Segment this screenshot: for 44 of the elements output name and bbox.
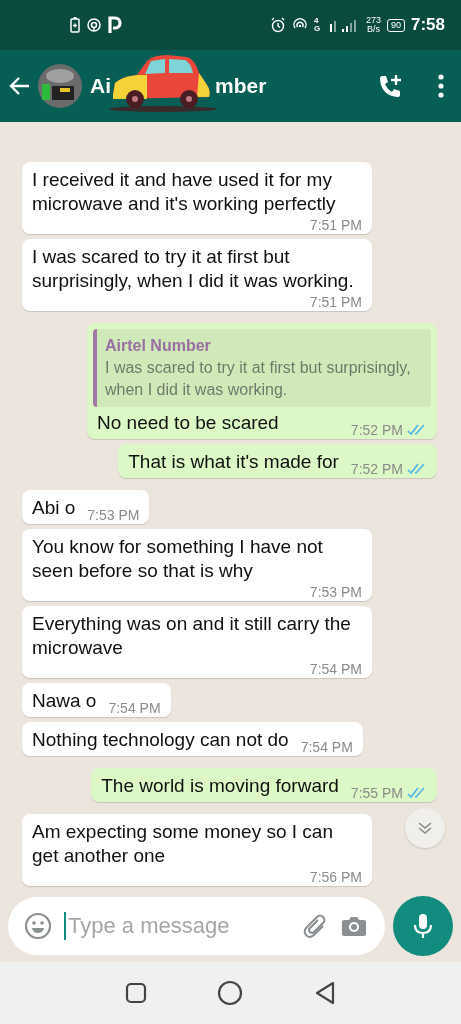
quoted-message[interactable]: Airtel Number I was scared to try it at first but surprisingly, when I did it was working.: [93, 329, 431, 407]
quote-text: I was scared to try it at first but surprisingly, when I did it was working.: [105, 358, 412, 400]
message-bubble[interactable]: Everything was on and it still carry the microwave 7:54 PM: [22, 606, 372, 678]
message-time: 7:54 PM: [309, 662, 362, 676]
contact-name[interactable]: mber: [215, 74, 267, 98]
message-text: Abi o: [32, 496, 76, 520]
message-text: Am expecting some money so I can get another one: [32, 820, 334, 868]
network-type: 4G: [313, 17, 322, 33]
message-time: 7:56 PM: [309, 870, 362, 884]
quote-author: Airtel Number: [105, 336, 212, 356]
battery-level: 90: [386, 18, 405, 32]
message-bubble[interactable]: The world is moving forward 7:55 PM: [91, 768, 437, 802]
message-text: The world is moving forward: [101, 774, 339, 798]
message-text: I received it and have used it for my microwave and it's working perfectly: [32, 168, 337, 216]
message-bubble[interactable]: I received it and have used it for my microwave and it's working perfectly 7:51 PM: [22, 162, 372, 234]
contact-name[interactable]: Ai: [90, 74, 111, 98]
message-bubble[interactable]: You know for something I have not seen before so that is why 7:53 PM: [22, 529, 372, 601]
message-bubble[interactable]: I was scared to try it at first but surprisingly, when I did it was working. 7:51 PM: [22, 239, 372, 311]
net-speed: 273: [365, 16, 381, 25]
message-text: You know for something I have not seen before so that is why: [32, 535, 324, 583]
message-text: Nothing technology can not do: [32, 728, 289, 752]
net-speed-unit: B/s: [366, 25, 380, 34]
message-time: 7:54 PM: [300, 740, 353, 754]
message-text: That is what it's made for: [128, 450, 339, 474]
message-bubble[interactable]: Abi o 7:53 PM: [22, 490, 150, 524]
message-time: 7:53 PM: [87, 508, 140, 522]
message-time: 7:52 PM: [350, 423, 403, 437]
message-text: Everything was on and it still carry the microwave: [32, 612, 352, 660]
message-time: 7:55 PM: [350, 786, 403, 800]
message-time: 7:51 PM: [309, 218, 362, 232]
message-time: 7:51 PM: [309, 295, 362, 309]
message-bubble[interactable]: Nawa o 7:54 PM: [22, 683, 171, 717]
status-time: 7:58: [410, 15, 445, 35]
message-text: Nawa o: [32, 689, 97, 713]
message-bubble[interactable]: Nothing technology can not do 7:54 PM: [22, 722, 363, 756]
message-bubble[interactable]: Am expecting some money so I can get another one 7:56 PM: [22, 814, 372, 886]
message-time: 7:54 PM: [108, 701, 161, 715]
message-bubble[interactable]: Airtel Number I was scared to try it at first but surprisingly, when I did it was working. No need to be scared 7:52 PM: [87, 323, 437, 439]
message-input-field[interactable]: Type a message: [8, 897, 385, 955]
message-time: 7:53 PM: [309, 585, 362, 599]
message-text: I was scared to try it at first but surprisingly, when I did it was working.: [32, 245, 355, 293]
message-time: 7:52 PM: [350, 462, 403, 476]
message-text: No need to be scared: [97, 411, 279, 435]
message-bubble[interactable]: That is what it's made for 7:52 PM: [118, 444, 437, 478]
